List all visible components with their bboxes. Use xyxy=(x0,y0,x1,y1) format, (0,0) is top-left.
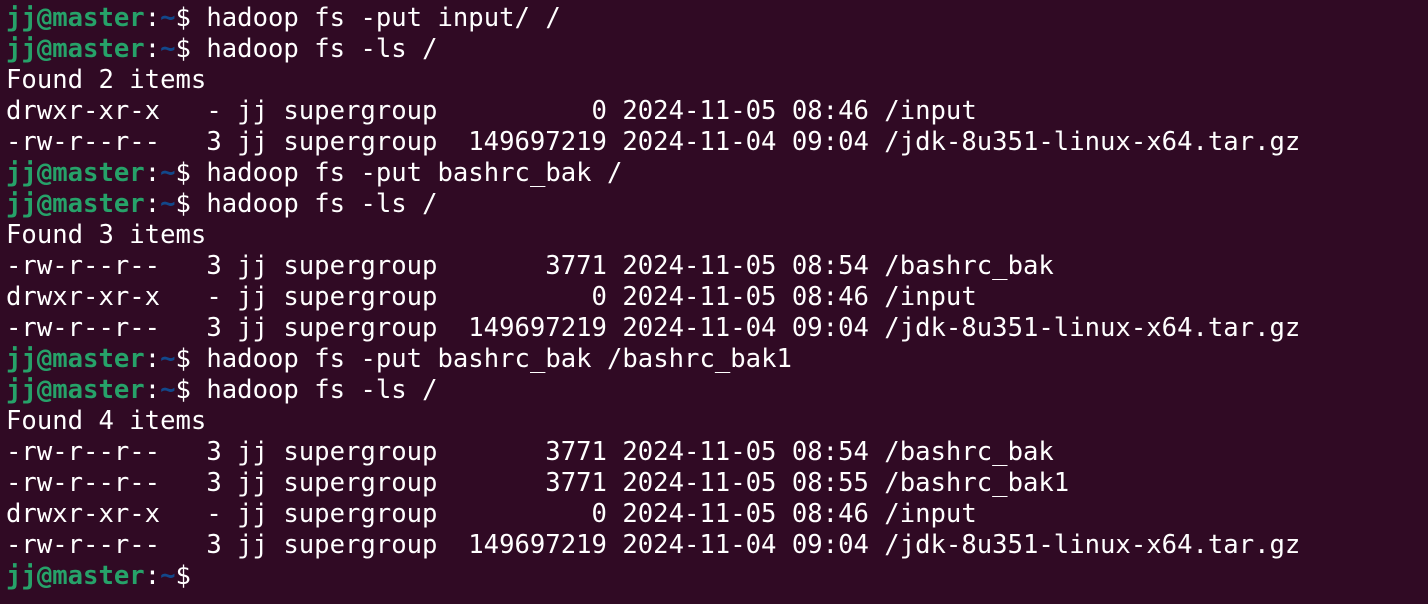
output-line: Found 3 items xyxy=(6,220,1300,251)
prompt-line: jj@master:~$ hadoop fs -ls / xyxy=(6,375,1300,406)
prompt-symbol: $ xyxy=(175,344,207,374)
prompt-cwd: ~ xyxy=(160,189,176,219)
command-text: hadoop fs -put input/ / xyxy=(206,3,561,33)
output-text: -rw-r--r-- 3 jj supergroup 149697219 202… xyxy=(6,530,1301,560)
prompt-symbol: $ xyxy=(175,158,207,188)
prompt-line: jj@master:~$ hadoop fs -put bashrc_bak / xyxy=(6,158,1300,189)
terminal-window[interactable]: jj@master:~$ hadoop fs -put input/ / jj@m… xyxy=(0,0,1428,604)
prompt-line: jj@master:~$ hadoop fs -ls / xyxy=(6,34,1300,65)
prompt-user-host: jj@master xyxy=(6,34,145,64)
prompt-cwd: ~ xyxy=(160,3,176,33)
output-line: drwxr-xr-x - jj supergroup 0 2024-11-05 … xyxy=(6,499,1300,530)
output-text: Found 2 items xyxy=(6,65,207,95)
text-cursor xyxy=(206,561,221,590)
prompt-line: jj@master:~$ hadoop fs -put input/ / xyxy=(6,3,1300,34)
prompt-symbol: $ xyxy=(175,561,207,591)
prompt-cwd: ~ xyxy=(160,561,176,591)
output-line: drwxr-xr-x - jj supergroup 0 2024-11-05 … xyxy=(6,282,1300,313)
prompt-user-host: jj@master xyxy=(6,344,145,374)
command-text: hadoop fs -ls / xyxy=(206,189,438,219)
output-text: drwxr-xr-x - jj supergroup 0 2024-11-05 … xyxy=(6,499,977,529)
prompt-separator: : xyxy=(144,3,161,33)
terminal-output: jj@master:~$ hadoop fs -put input/ / jj@m… xyxy=(6,3,1300,592)
command-text: hadoop fs -ls / xyxy=(206,375,438,405)
prompt-separator: : xyxy=(144,561,161,591)
output-text: -rw-r--r-- 3 jj supergroup 3771 2024-11-… xyxy=(6,468,1070,498)
output-text: Found 3 items xyxy=(6,220,207,250)
output-text: -rw-r--r-- 3 jj supergroup 149697219 202… xyxy=(6,313,1301,343)
prompt-line: jj@master:~$ xyxy=(6,561,1300,592)
prompt-line: jj@master:~$ hadoop fs -ls / xyxy=(6,189,1300,220)
prompt-line: jj@master:~$ hadoop fs -put bashrc_bak /… xyxy=(6,344,1300,375)
prompt-symbol: $ xyxy=(175,3,207,33)
command-text: hadoop fs -put bashrc_bak /bashrc_bak1 xyxy=(206,344,792,374)
output-line: -rw-r--r-- 3 jj supergroup 149697219 202… xyxy=(6,313,1300,344)
prompt-user-host: jj@master xyxy=(6,3,145,33)
prompt-user-host: jj@master xyxy=(6,375,145,405)
prompt-separator: : xyxy=(144,158,161,188)
prompt-separator: : xyxy=(144,344,161,374)
output-line: -rw-r--r-- 3 jj supergroup 149697219 202… xyxy=(6,127,1300,158)
prompt-cwd: ~ xyxy=(160,158,176,188)
output-text: drwxr-xr-x - jj supergroup 0 2024-11-05 … xyxy=(6,282,977,312)
prompt-separator: : xyxy=(144,375,161,405)
output-text: -rw-r--r-- 3 jj supergroup 3771 2024-11-… xyxy=(6,437,1054,467)
prompt-symbol: $ xyxy=(175,189,207,219)
output-text: Found 4 items xyxy=(6,406,207,436)
prompt-user-host: jj@master xyxy=(6,189,145,219)
prompt-user-host: jj@master xyxy=(6,561,145,591)
prompt-cwd: ~ xyxy=(160,344,176,374)
prompt-cwd: ~ xyxy=(160,34,176,64)
output-text: -rw-r--r-- 3 jj supergroup 3771 2024-11-… xyxy=(6,251,1054,281)
prompt-separator: : xyxy=(144,189,161,219)
output-text: -rw-r--r-- 3 jj supergroup 149697219 202… xyxy=(6,127,1301,157)
output-line: Found 4 items xyxy=(6,406,1300,437)
command-text: hadoop fs -ls / xyxy=(206,34,438,64)
prompt-symbol: $ xyxy=(175,375,207,405)
output-line: -rw-r--r-- 3 jj supergroup 3771 2024-11-… xyxy=(6,251,1300,282)
output-line: -rw-r--r-- 3 jj supergroup 3771 2024-11-… xyxy=(6,437,1300,468)
output-text: drwxr-xr-x - jj supergroup 0 2024-11-05 … xyxy=(6,96,977,126)
output-line: -rw-r--r-- 3 jj supergroup 3771 2024-11-… xyxy=(6,468,1300,499)
prompt-cwd: ~ xyxy=(160,375,176,405)
output-line: Found 2 items xyxy=(6,65,1300,96)
prompt-separator: : xyxy=(144,34,161,64)
prompt-user-host: jj@master xyxy=(6,158,145,188)
command-text: hadoop fs -put bashrc_bak / xyxy=(206,158,623,188)
prompt-symbol: $ xyxy=(175,34,207,64)
output-line: -rw-r--r-- 3 jj supergroup 149697219 202… xyxy=(6,530,1300,561)
output-line: drwxr-xr-x - jj supergroup 0 2024-11-05 … xyxy=(6,96,1300,127)
